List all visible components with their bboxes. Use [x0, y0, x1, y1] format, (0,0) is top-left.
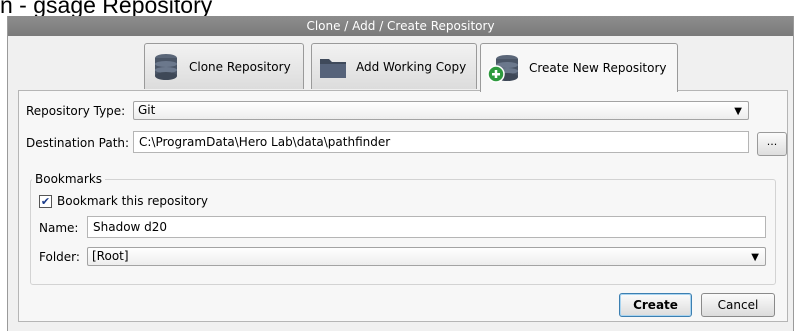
window-title: Clone / Add / Create Repository	[8, 16, 793, 36]
folder-select[interactable]: [Root] ▼	[87, 247, 766, 266]
database-add-icon	[487, 53, 521, 83]
create-button[interactable]: Create	[619, 293, 692, 317]
database-icon	[151, 52, 181, 82]
bookmark-checkbox[interactable]: ✔	[39, 195, 52, 208]
dropdown-arrow-icon: ▼	[751, 252, 759, 263]
tab-clone-repository[interactable]: Clone Repository	[144, 43, 304, 89]
dropdown-arrow-icon: ▼	[734, 106, 742, 117]
destination-path-label: Destination Path:	[26, 136, 130, 150]
repository-type-label: Repository Type:	[26, 104, 126, 118]
bookmark-checkbox-label: Bookmark this repository	[57, 194, 208, 208]
create-repository-panel: Repository Type: Git ▼ Destination Path:…	[18, 90, 788, 322]
folder-label: Folder:	[39, 250, 80, 264]
tab-add-working-copy[interactable]: Add Working Copy	[311, 43, 477, 89]
tab-label: Clone Repository	[189, 59, 291, 74]
folder-icon	[318, 54, 348, 80]
browse-button[interactable]: ...	[757, 132, 787, 156]
dialog-window: Clone / Add / Create Repository Clone Re…	[7, 16, 794, 331]
tab-create-new-repository[interactable]: Create New Repository	[480, 43, 678, 92]
page-heading: n - gsage Repository	[0, 0, 213, 16]
name-label: Name:	[39, 221, 79, 235]
bookmarks-legend: Bookmarks	[32, 172, 106, 186]
destination-path-input[interactable]: C:\ProgramData\Hero Lab\data\pathfinder	[133, 131, 749, 153]
tab-bar: Clone Repository Add Working Copy Create…	[8, 43, 793, 92]
repository-type-select[interactable]: Git ▼	[133, 101, 749, 120]
cancel-button[interactable]: Cancel	[701, 293, 775, 317]
tab-label: Create New Repository	[529, 61, 667, 75]
tab-label: Add Working Copy	[356, 59, 467, 74]
name-input[interactable]: Shadow d20	[87, 216, 766, 238]
folder-value: [Root]	[92, 249, 129, 263]
repository-type-value: Git	[138, 103, 156, 117]
